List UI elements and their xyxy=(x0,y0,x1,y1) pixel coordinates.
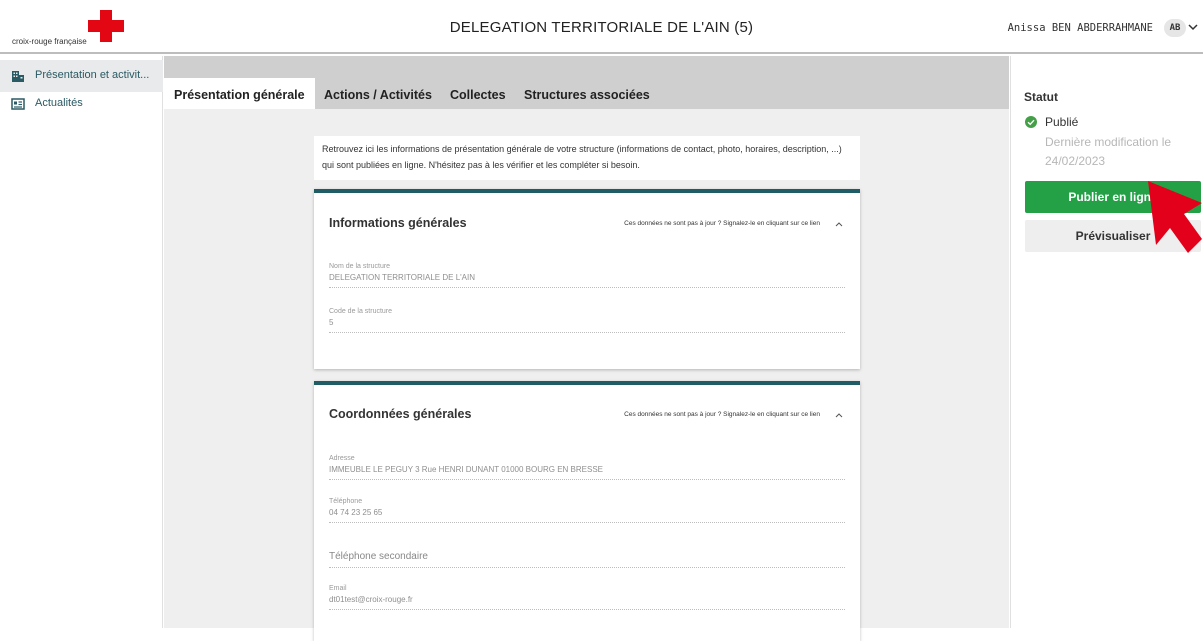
field-label: Email xyxy=(329,585,347,592)
field-code-structure[interactable]: Code de la structure 5 xyxy=(329,308,845,333)
sidebar-item-label: Actualités xyxy=(35,97,83,109)
chevron-up-icon[interactable] xyxy=(834,410,844,420)
field-telephone[interactable]: Téléphone 04 74 23 25 65 xyxy=(329,498,845,523)
field-value: dt01test@croix-rouge.fr xyxy=(329,595,413,604)
sidebar-item-label: Présentation et activit... xyxy=(35,69,150,81)
tab-presentation-generale[interactable]: Présentation générale xyxy=(164,78,315,109)
card-informations-generales: Informations générales Ces données ne so… xyxy=(314,189,860,369)
newspaper-icon xyxy=(11,98,25,110)
status-panel: Statut Publié Dernière modification le 2… xyxy=(1010,56,1203,628)
chevron-down-icon[interactable] xyxy=(1187,21,1199,33)
check-circle-icon xyxy=(1025,116,1037,128)
pointer-arrow-icon xyxy=(1148,181,1202,253)
card-title: Informations générales xyxy=(329,216,467,230)
field-value: DELEGATION TERRITORIALE DE L'AIN xyxy=(329,273,476,282)
field-label: Téléphone xyxy=(329,498,363,505)
field-telephone-secondaire[interactable]: Téléphone secondaire xyxy=(329,551,845,568)
sidebar-item-actualites[interactable]: Actualités xyxy=(0,88,163,120)
field-value: IMMEUBLE LE PEGUY 3 Rue HENRI DUNANT 010… xyxy=(329,465,604,474)
tab-bar: Présentation générale Actions / Activité… xyxy=(164,56,1009,109)
field-label: Nom de la structure xyxy=(329,263,391,270)
status-title: Statut xyxy=(1024,90,1058,104)
field-value: 5 xyxy=(329,318,334,327)
building-icon xyxy=(12,71,24,82)
top-header: croix-rouge française DELEGATION TERRITO… xyxy=(0,0,1203,54)
tab-actions-activites[interactable]: Actions / Activités xyxy=(314,78,442,109)
field-label: Adresse xyxy=(329,455,355,462)
report-outdated-link[interactable]: Ces données ne sont pas à jour ? Signale… xyxy=(624,411,820,418)
field-label: Code de la structure xyxy=(329,308,393,315)
last-modified: Dernière modification le 24/02/2023 xyxy=(1045,135,1172,168)
tab-structures-associees[interactable]: Structures associées xyxy=(514,78,660,109)
card-coordonnees-generales: Coordonnées générales Ces données ne son… xyxy=(314,381,860,641)
tab-collectes[interactable]: Collectes xyxy=(440,78,516,109)
card-title: Coordonnées générales xyxy=(329,407,472,421)
field-nom-structure[interactable]: Nom de la structure DELEGATION TERRITORI… xyxy=(329,263,845,288)
user-name[interactable]: Anissa BEN ABDERRAHMANE xyxy=(1008,22,1153,34)
sidebar: Présentation et activit... Actualités xyxy=(0,56,163,628)
field-email[interactable]: Email dt01test@croix-rouge.fr xyxy=(329,585,845,610)
field-value: 04 74 23 25 65 xyxy=(329,508,383,517)
chevron-up-icon[interactable] xyxy=(834,219,844,229)
field-adresse[interactable]: Adresse IMMEUBLE LE PEGUY 3 Rue HENRI DU… xyxy=(329,455,845,480)
intro-text: Retrouvez ici les informations de présen… xyxy=(314,136,860,180)
report-outdated-link[interactable]: Ces données ne sont pas à jour ? Signale… xyxy=(624,220,820,227)
main-content: Présentation générale Actions / Activité… xyxy=(164,56,1009,641)
field-placeholder: Téléphone secondaire xyxy=(329,551,428,562)
status-state: Publié xyxy=(1045,115,1079,129)
avatar[interactable]: AB xyxy=(1164,19,1186,37)
brand-name: croix-rouge française xyxy=(12,37,87,46)
